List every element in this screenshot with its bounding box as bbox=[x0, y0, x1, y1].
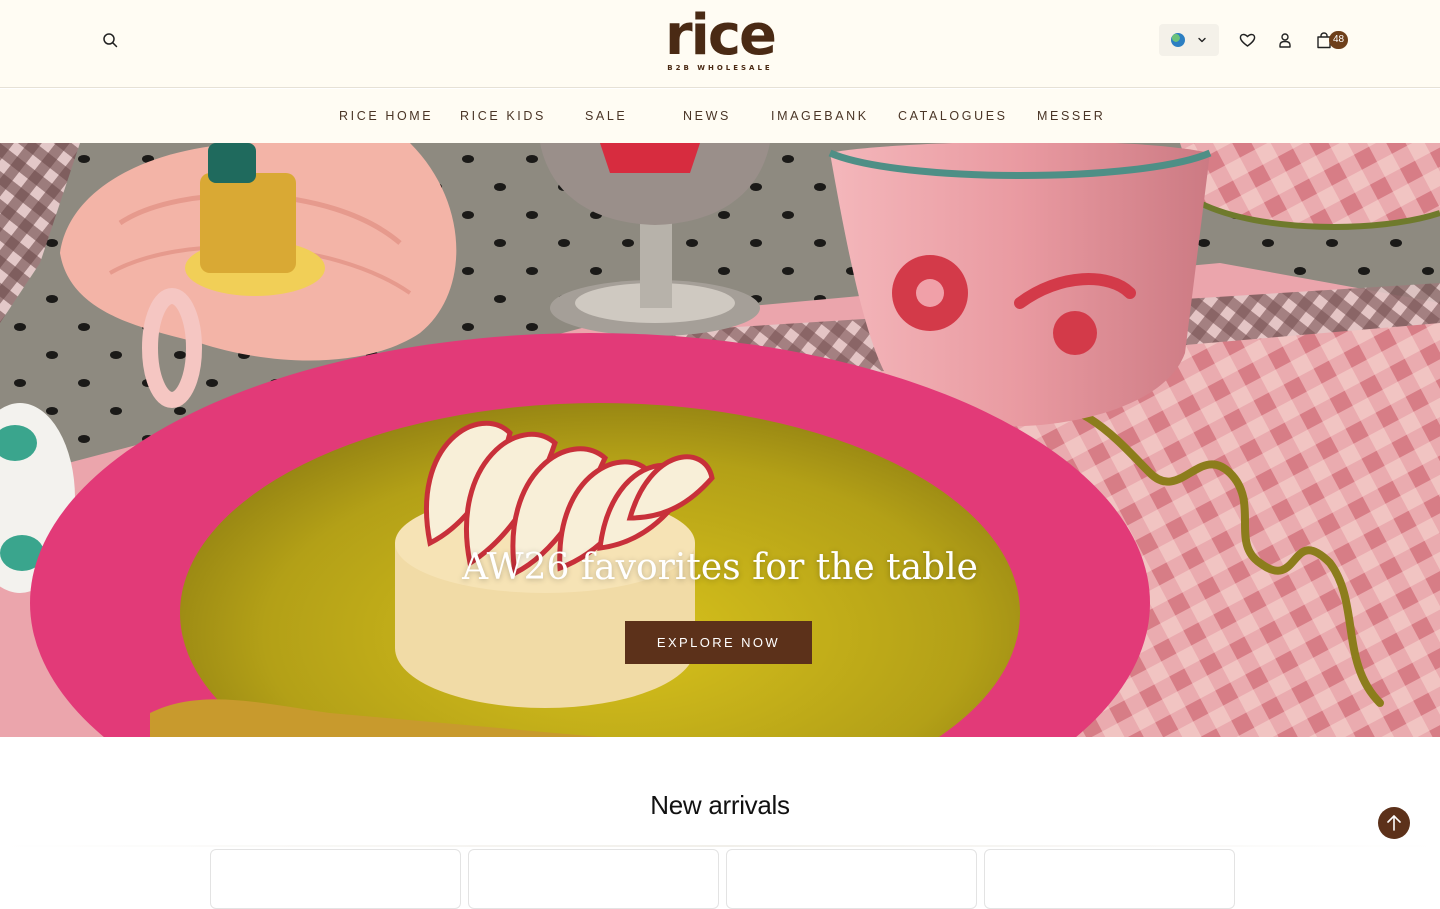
section-divider bbox=[0, 845, 1440, 847]
nav-item-rice-kids[interactable]: RICE KIDS bbox=[460, 109, 546, 123]
globe-icon bbox=[1171, 33, 1185, 47]
search-icon bbox=[103, 33, 118, 48]
chevron-down-icon bbox=[1198, 37, 1206, 43]
product-card[interactable] bbox=[468, 849, 719, 909]
header-bar: rice B2B WHOLESALE 48 bbox=[0, 0, 1440, 88]
product-card[interactable] bbox=[984, 849, 1235, 909]
scroll-to-top-button[interactable] bbox=[1378, 807, 1410, 839]
brand-logo[interactable]: rice B2B WHOLESALE bbox=[620, 8, 820, 78]
hero-title: AW26 favorites for the table bbox=[462, 547, 978, 588]
search-button[interactable] bbox=[96, 26, 124, 54]
arrow-up-icon bbox=[1387, 815, 1401, 831]
nav-item-sale[interactable]: SALE bbox=[585, 109, 627, 123]
main-navigation: RICE HOME RICE KIDS SALE NEWS IMAGEBANK … bbox=[0, 89, 1440, 143]
hero-banner[interactable]: AW26 favorites for the table EXPLORE NOW bbox=[0, 143, 1440, 737]
nav-item-news[interactable]: NEWS bbox=[683, 109, 731, 123]
account-button[interactable] bbox=[1271, 26, 1299, 54]
cart-count-badge: 48 bbox=[1329, 31, 1348, 49]
heart-icon bbox=[1239, 33, 1255, 47]
explore-now-button[interactable]: EXPLORE NOW bbox=[625, 621, 812, 664]
nav-item-messer[interactable]: MESSER bbox=[1037, 109, 1105, 123]
language-selector[interactable] bbox=[1159, 24, 1219, 56]
wishlist-button[interactable] bbox=[1233, 26, 1261, 54]
product-card[interactable] bbox=[726, 849, 977, 909]
nav-item-catalogues[interactable]: CATALOGUES bbox=[898, 109, 1008, 123]
nav-item-imagebank[interactable]: IMAGEBANK bbox=[771, 109, 869, 123]
logo-wordmark: rice bbox=[665, 3, 777, 68]
user-icon bbox=[1279, 33, 1291, 48]
new-arrivals-heading: New arrivals bbox=[650, 790, 790, 820]
nav-item-rice-home[interactable]: RICE HOME bbox=[339, 109, 433, 123]
logo-subtitle: B2B WHOLESALE bbox=[667, 64, 773, 72]
product-card[interactable] bbox=[210, 849, 461, 909]
